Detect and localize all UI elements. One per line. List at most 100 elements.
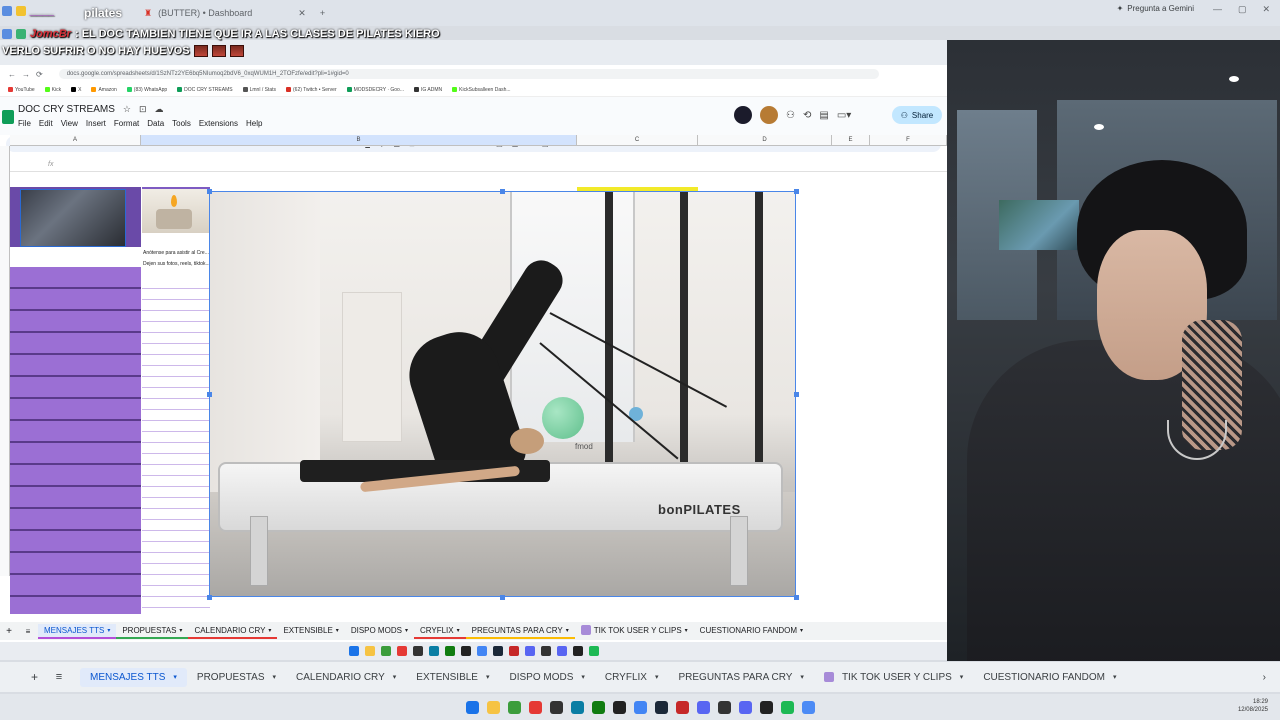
- bookmark[interactable]: X: [71, 87, 81, 93]
- history-icon[interactable]: ⟲: [803, 110, 811, 121]
- bookmark[interactable]: KickSubsalleen Dash...: [452, 87, 511, 93]
- close-window-icon[interactable]: ✕: [1262, 4, 1270, 15]
- app-icon[interactable]: [675, 700, 689, 714]
- folder-icon[interactable]: [486, 700, 500, 714]
- bookmark[interactable]: Lmnl / Stats: [242, 87, 276, 93]
- column-header-a[interactable]: A: [10, 135, 141, 146]
- sheet-tab[interactable]: MENSAJES TTS ▾: [38, 623, 117, 639]
- sheet-tab[interactable]: DISPO MODS ▾: [345, 624, 414, 639]
- all-sheets-icon[interactable]: ≡: [18, 627, 38, 636]
- new-tab-icon[interactable]: +: [320, 8, 325, 18]
- cell-a3[interactable]: [10, 247, 141, 267]
- spotify-icon[interactable]: [780, 700, 794, 714]
- comment-icon[interactable]: ▤: [819, 110, 828, 121]
- sheet-tab[interactable]: CALENDARIO CRY ▾: [286, 668, 406, 687]
- purple-cells-column-a[interactable]: [10, 267, 141, 614]
- menu-file[interactable]: File: [18, 119, 31, 128]
- chevron-right-icon[interactable]: ›: [1263, 672, 1266, 683]
- bookmark[interactable]: IG ADMN: [414, 87, 442, 93]
- windows-icon[interactable]: [348, 646, 359, 656]
- outer-tab-pilates[interactable]: pilates: [84, 4, 122, 22]
- bookmark[interactable]: (83) WhatsApp: [126, 87, 167, 93]
- sheet-tab[interactable]: PROPUESTAS ▾: [187, 668, 286, 687]
- outer-tab-dashboard[interactable]: ♜ (BUTTER) • Dashboard ✕ +: [144, 4, 325, 22]
- column-header-b[interactable]: B: [141, 135, 577, 146]
- menu-help[interactable]: Help: [246, 119, 262, 128]
- menu-view[interactable]: View: [61, 119, 78, 128]
- column-header-c[interactable]: C: [577, 135, 698, 146]
- column-header-e[interactable]: E: [832, 135, 870, 146]
- column-header-f[interactable]: F: [870, 135, 947, 146]
- gemini-button[interactable]: ✦ Pregunta a Gemini: [1117, 4, 1194, 13]
- bookmark[interactable]: Amazon: [91, 87, 117, 93]
- app-icon[interactable]: [556, 646, 567, 656]
- sheet-tab[interactable]: PREGUNTAS PARA CRY ▾: [465, 624, 575, 639]
- collab-icon[interactable]: ⚇: [786, 110, 795, 121]
- xbox-icon[interactable]: [444, 646, 455, 656]
- system-clock[interactable]: 18:29 12/08/2025: [1238, 698, 1268, 714]
- app-icon[interactable]: [412, 646, 423, 656]
- sheet-tab[interactable]: EXTENSIBLE ▾: [406, 668, 499, 687]
- menu-insert[interactable]: Insert: [86, 119, 106, 128]
- sheet-tab[interactable]: TIK TOK USER Y CLIPS ▾: [814, 668, 973, 687]
- chrome-icon[interactable]: [476, 646, 487, 656]
- sheet-tab[interactable]: CRYFLIX ▾: [413, 624, 466, 639]
- windows-icon[interactable]: [465, 700, 479, 714]
- app-icon[interactable]: [428, 646, 439, 656]
- cells-column-b[interactable]: [142, 278, 210, 614]
- xbox-icon[interactable]: [591, 700, 605, 714]
- add-sheet-icon[interactable]: +: [0, 626, 18, 637]
- sheet-tab[interactable]: CUESTIONARIO FANDOM ▾: [973, 668, 1126, 687]
- sheet-tab[interactable]: PREGUNTAS PARA CRY ▾: [669, 668, 814, 687]
- sheet-tab[interactable]: DISPO MODS ▾: [500, 668, 595, 687]
- bookmark[interactable]: (62) Twitch • Server: [286, 87, 337, 93]
- avatar[interactable]: [760, 106, 778, 124]
- app-icon[interactable]: [717, 700, 731, 714]
- candle-image[interactable]: [142, 189, 210, 233]
- sheet-tab[interactable]: PROPUESTAS ▾: [116, 624, 189, 639]
- app-icon[interactable]: [396, 646, 407, 656]
- app-icon[interactable]: [460, 646, 471, 656]
- move-icon[interactable]: ⊡: [139, 104, 147, 115]
- app-icon[interactable]: [508, 646, 519, 656]
- menu-extensions[interactable]: Extensions: [199, 119, 238, 128]
- doc-title[interactable]: DOC CRY STREAMS: [18, 104, 115, 115]
- sheet-tab[interactable]: CUESTIONARIO FANDOM ▾: [694, 624, 809, 639]
- avatar[interactable]: [734, 106, 752, 124]
- menu-format[interactable]: Format: [114, 119, 139, 128]
- bookmark[interactable]: MODSDECRY · Goo...: [346, 87, 404, 93]
- cell-b3[interactable]: Anótense para asistir al Cre...: [143, 250, 209, 256]
- app-icon[interactable]: [507, 700, 521, 714]
- star-icon[interactable]: ☆: [123, 104, 131, 115]
- add-sheet-icon[interactable]: +: [0, 670, 38, 684]
- nav-buttons-icon[interactable]: ←→⟳: [8, 70, 49, 79]
- app-icon[interactable]: [572, 646, 583, 656]
- share-button[interactable]: ⚇ Share: [892, 106, 942, 124]
- resize-handle[interactable]: [500, 189, 505, 194]
- steam-icon[interactable]: [492, 646, 503, 656]
- app-icon[interactable]: [738, 700, 752, 714]
- pilates-image[interactable]: fmod bonPILATES: [209, 191, 796, 597]
- resize-handle[interactable]: [794, 595, 799, 600]
- sheet-tab[interactable]: CALENDARIO CRY ▾: [188, 624, 278, 639]
- steam-icon[interactable]: [654, 700, 668, 714]
- cell-b4[interactable]: Dejen sus fotos, reels, tiktok...: [143, 261, 209, 267]
- minimize-icon[interactable]: —: [1213, 4, 1222, 15]
- maximize-icon[interactable]: ▢: [1238, 4, 1247, 15]
- sheet-tab[interactable]: MENSAJES TTS ▾: [80, 667, 187, 687]
- menu-edit[interactable]: Edit: [39, 119, 53, 128]
- column-header-d[interactable]: D: [698, 135, 832, 146]
- app-icon[interactable]: [528, 700, 542, 714]
- menu-data[interactable]: Data: [147, 119, 164, 128]
- resize-handle[interactable]: [207, 392, 212, 397]
- bookmark[interactable]: YouTube: [8, 87, 35, 93]
- sheet-tab[interactable]: EXTENSIBLE ▾: [277, 624, 344, 639]
- app-icon[interactable]: [549, 700, 563, 714]
- meet-icon[interactable]: ▭▾: [837, 110, 851, 121]
- thumbnail-image[interactable]: [20, 189, 126, 247]
- close-icon[interactable]: ✕: [298, 8, 306, 19]
- sheet-tab[interactable]: TIK TOK USER Y CLIPS ▾: [575, 623, 694, 639]
- resize-handle[interactable]: [500, 595, 505, 600]
- resize-handle[interactable]: [794, 392, 799, 397]
- discord-icon[interactable]: [696, 700, 710, 714]
